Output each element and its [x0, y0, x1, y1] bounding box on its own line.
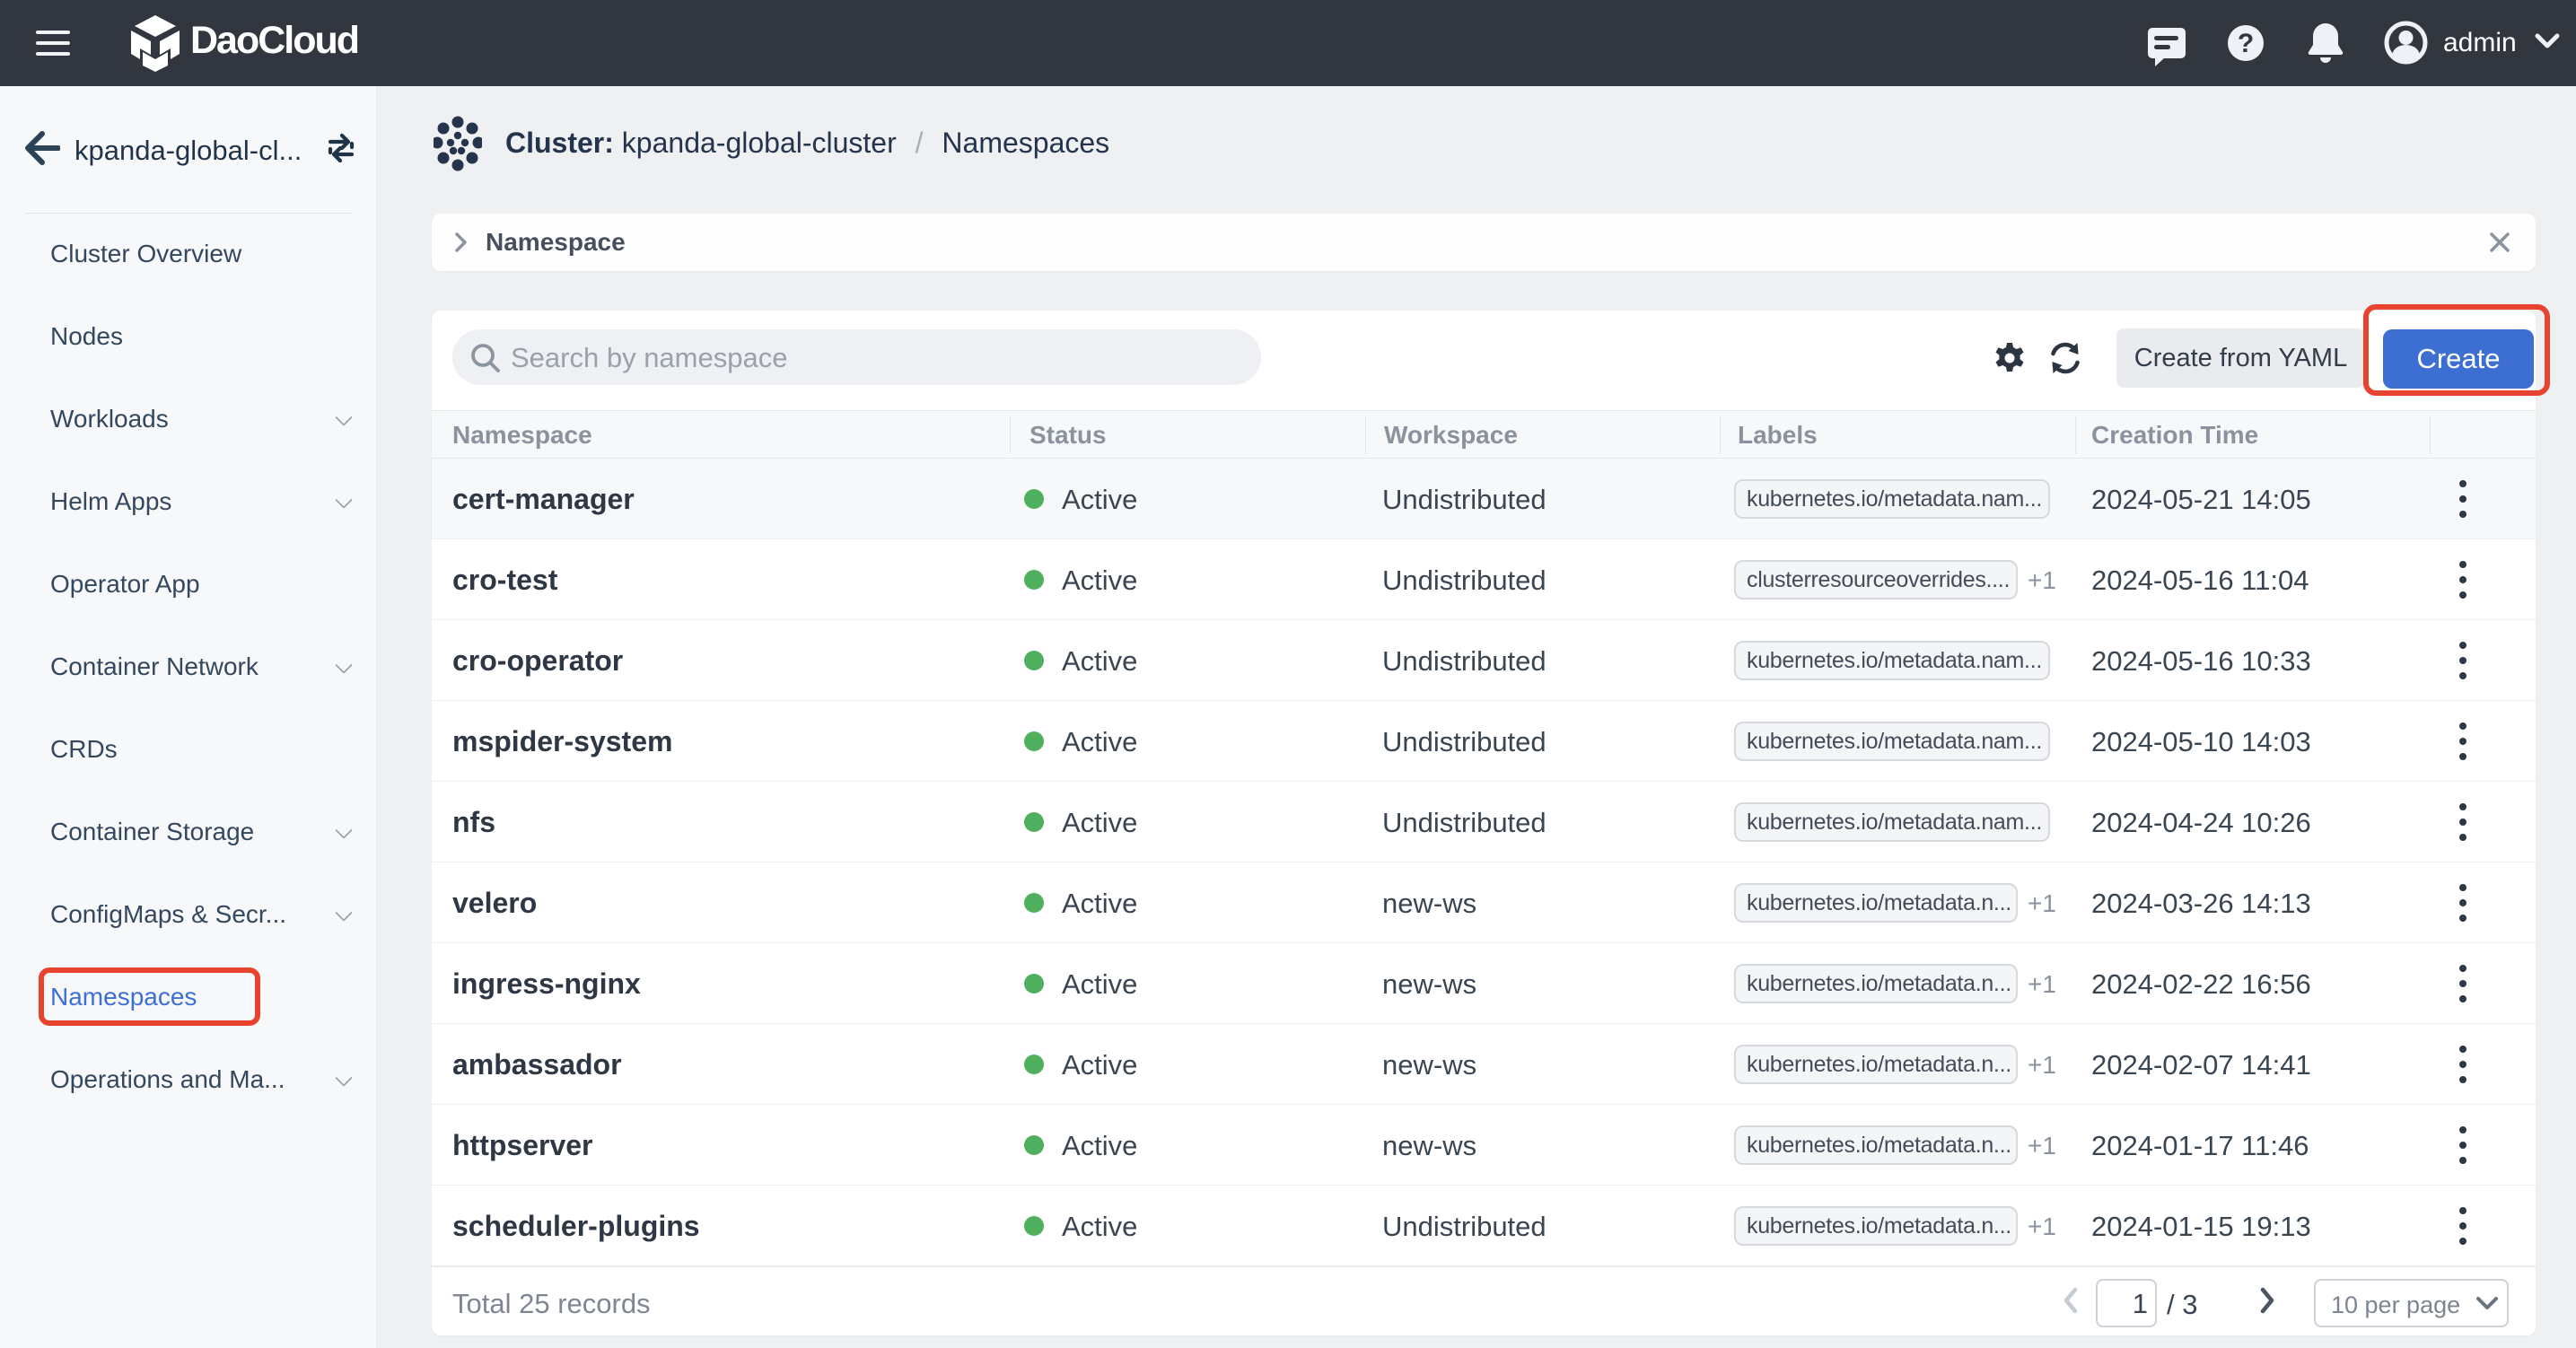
svg-text:?: ?	[2238, 29, 2254, 58]
